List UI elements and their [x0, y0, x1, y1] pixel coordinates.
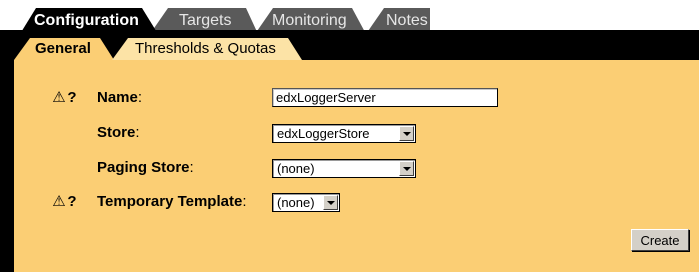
name-label: Name: [97, 89, 142, 107]
temporary-template-icons: ⚠? [52, 193, 78, 211]
store-select[interactable]: edxLoggerStore [272, 124, 416, 143]
paging-store-label-colon: : [189, 159, 194, 176]
name-label-text: Name [97, 89, 138, 106]
help-icon[interactable]: ? [66, 89, 78, 107]
tab-notes[interactable]: Notes [386, 12, 428, 30]
sub-tab-general[interactable]: General [35, 40, 91, 57]
temporary-template-label-colon: : [242, 193, 247, 210]
help-icon[interactable]: ? [66, 193, 78, 211]
chevron-down-icon[interactable] [399, 161, 414, 176]
temporary-template-select-value: (none) [277, 195, 315, 210]
store-label: Store: [97, 124, 140, 142]
panel-left-border [0, 60, 14, 272]
chevron-down-icon[interactable] [323, 195, 338, 210]
store-label-text: Store [97, 124, 136, 141]
tab-targets[interactable]: Targets [179, 12, 231, 30]
paging-store-label-text: Paging Store [97, 159, 190, 176]
top-tab-bar: Configuration Targets Monitoring Notes [0, 0, 699, 34]
warning-icon: ⚠ [52, 193, 66, 210]
store-label-colon: : [135, 124, 140, 141]
tab-configuration[interactable]: Configuration [34, 12, 139, 30]
paging-store-select-value: (none) [277, 161, 315, 176]
tab-monitoring[interactable]: Monitoring [272, 12, 347, 30]
store-select-value: edxLoggerStore [277, 126, 370, 141]
create-button[interactable]: Create [631, 229, 689, 251]
chevron-down-icon[interactable] [399, 126, 414, 141]
name-label-colon: : [137, 89, 143, 106]
paging-store-select[interactable]: (none) [272, 159, 416, 178]
temporary-template-label-text: Temporary Template [97, 193, 243, 210]
warning-icon: ⚠ [52, 89, 66, 106]
paging-store-label: Paging Store: [97, 159, 194, 177]
name-icons: ⚠? [52, 89, 78, 107]
name-field[interactable] [272, 88, 498, 107]
temporary-template-label: Temporary Template: [97, 193, 247, 211]
temporary-template-select[interactable]: (none) [272, 193, 340, 212]
sub-tab-shapes [14, 38, 302, 60]
sub-tab-thresholds-quotas[interactable]: Thresholds & Quotas [135, 40, 276, 57]
